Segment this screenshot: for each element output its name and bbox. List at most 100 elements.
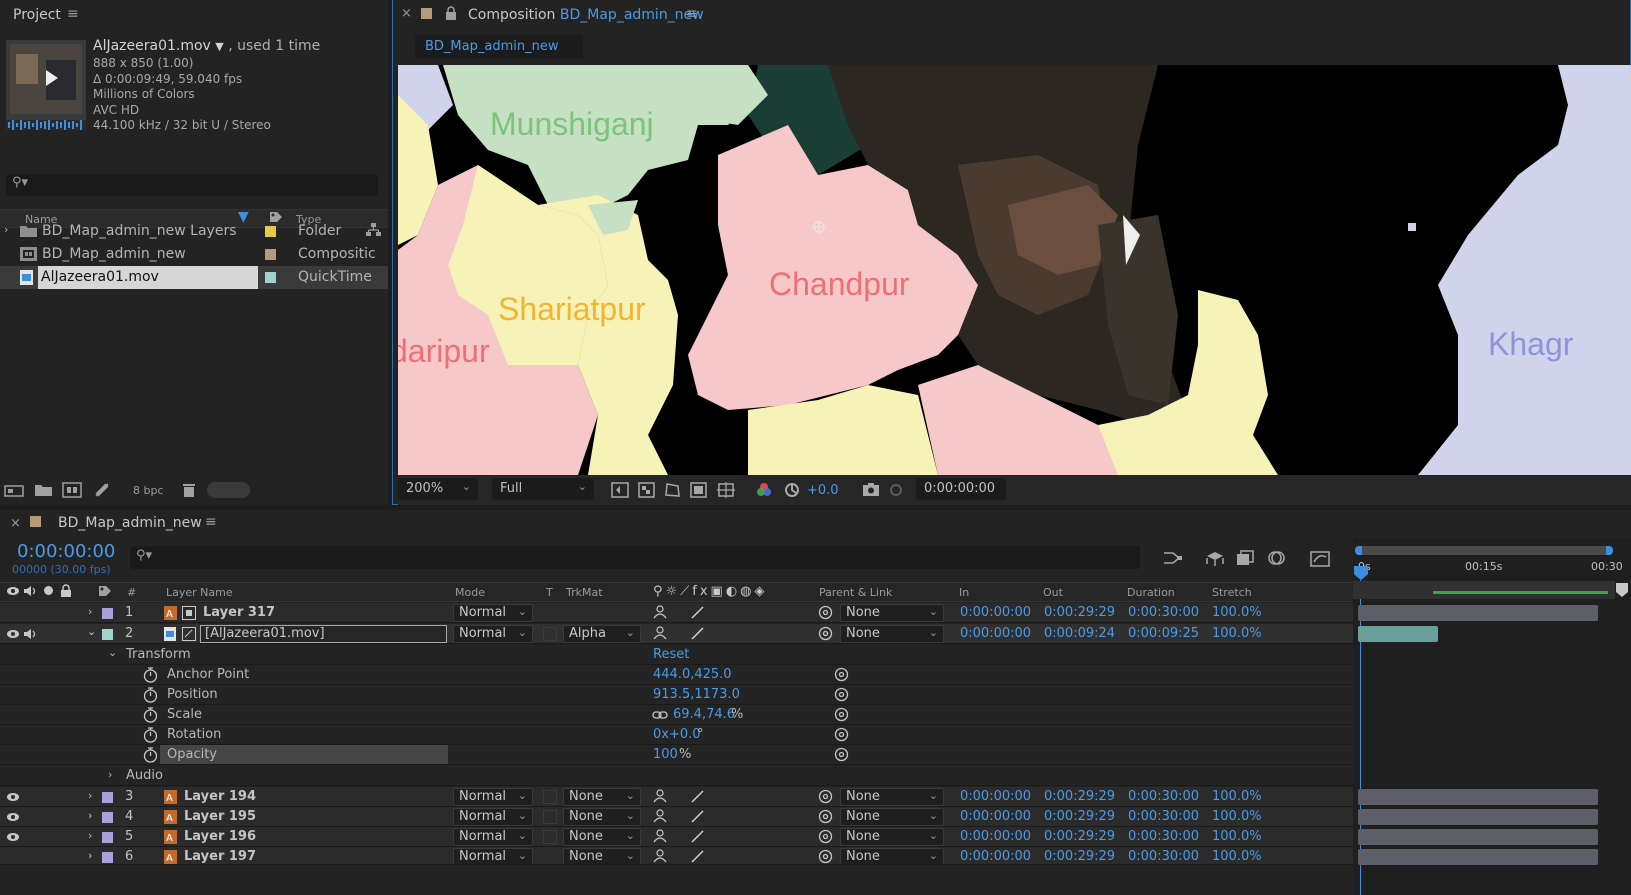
transform-group[interactable]: ⌄ Transform Reset — [0, 645, 1353, 665]
parent-dropdown[interactable]: None ⌄ — [840, 848, 944, 864]
bit-depth-button[interactable]: 8 bpc — [133, 484, 164, 497]
property-value[interactable]: 100 — [653, 747, 678, 762]
layer-duration[interactable]: 0:00:30:00 — [1128, 829, 1199, 844]
pick-whip-icon[interactable] — [834, 707, 849, 722]
eye-icon[interactable] — [6, 628, 20, 640]
track-matte-dropdown[interactable]: None ⌄ — [563, 828, 641, 846]
layer-duration-bar[interactable] — [1358, 626, 1438, 642]
comp-mini-flowchart-icon[interactable] — [1163, 550, 1183, 566]
layer-stretch[interactable]: 100.0% — [1212, 789, 1262, 804]
col-layer-name[interactable]: Layer Name — [166, 586, 233, 599]
track-matte-dropdown[interactable]: None ⌄ — [563, 808, 641, 826]
timeline-search-input[interactable]: ⚲▾ — [130, 546, 1140, 569]
playhead-handle[interactable] — [1354, 566, 1368, 580]
speaker-icon[interactable] — [23, 585, 37, 597]
layer-in-time[interactable]: 0:00:00:00 — [960, 626, 1031, 641]
layer-stretch[interactable]: 100.0% — [1212, 849, 1262, 864]
parent-dropdown[interactable]: None ⌄ — [840, 828, 944, 846]
expand-arrow-icon[interactable]: › — [88, 605, 92, 618]
layer-stretch[interactable]: 100.0% — [1212, 829, 1262, 844]
new-composition-icon[interactable] — [62, 482, 82, 498]
blend-mode-dropdown[interactable]: Normal ⌄ — [453, 788, 533, 806]
property-position[interactable]: Position 913.5,1173.0 — [0, 685, 1353, 705]
layer-name[interactable]: Layer 317 — [203, 605, 275, 620]
quality-switch-icon[interactable] — [690, 626, 704, 640]
project-item-footage-selected[interactable]: AlJazeera01.mov QuickTime — [0, 266, 388, 289]
stopwatch-icon[interactable] — [143, 707, 158, 723]
speaker-icon[interactable] — [23, 628, 37, 640]
property-value[interactable]: 69.4,74.6 — [673, 707, 735, 722]
draft-3d-icon[interactable] — [1205, 550, 1225, 566]
preserve-transparency-toggle[interactable] — [543, 830, 557, 844]
expand-arrow-icon[interactable]: › — [108, 768, 112, 781]
pick-whip-icon[interactable] — [818, 605, 833, 620]
blend-mode-dropdown[interactable]: Normal ⌄ — [453, 848, 533, 864]
quality-switch-icon[interactable] — [690, 809, 704, 823]
layer-duration[interactable]: 0:00:09:25 — [1128, 626, 1199, 641]
label-color-swatch[interactable] — [265, 272, 276, 283]
panel-menu-icon[interactable]: ≡ — [67, 6, 79, 22]
layer-in-time[interactable]: 0:00:00:00 — [960, 849, 1031, 864]
solo-icon[interactable] — [44, 586, 53, 595]
exposure-value[interactable]: +0.0 — [807, 483, 839, 498]
shy-switch-icon[interactable] — [653, 849, 667, 863]
blend-mode-dropdown[interactable]: Normal ⌄ — [453, 625, 533, 643]
parent-dropdown[interactable]: None ⌄ — [840, 808, 944, 826]
layer-duration-bar[interactable] — [1358, 829, 1598, 845]
layer-stretch[interactable]: 100.0% — [1212, 605, 1262, 620]
show-snapshot-icon[interactable] — [888, 482, 905, 497]
region-of-interest-icon[interactable] — [690, 482, 707, 498]
blend-mode-dropdown[interactable]: Normal ⌄ — [453, 828, 533, 846]
footage-dropdown-icon[interactable]: ▼ — [215, 40, 223, 53]
layer-row-1[interactable]: › 1 A Layer 317 Normal ⌄ None ⌄ 0:00:00:00… — [0, 603, 1353, 623]
constrain-proportions-link-icon[interactable] — [652, 709, 668, 721]
layer-out-time[interactable]: 0:00:09:24 — [1044, 626, 1115, 641]
layer-row-5[interactable]: › 5 A Layer 196 Normal ⌄ None ⌄ None ⌄ 0:00… — [0, 827, 1353, 847]
interpret-footage-icon[interactable] — [4, 483, 24, 498]
layer-label-swatch[interactable] — [102, 792, 113, 803]
shy-switch-icon[interactable] — [653, 829, 667, 843]
layer-label-swatch[interactable] — [102, 608, 113, 619]
parent-dropdown[interactable]: None ⌄ — [840, 788, 944, 806]
resolution-dropdown[interactable]: Full ⌄ — [492, 478, 594, 500]
shy-switch-icon[interactable] — [653, 809, 667, 823]
layer-row-3[interactable]: › 3 A Layer 194 Normal ⌄ None ⌄ None ⌄ 0:00… — [0, 787, 1353, 807]
mask-visibility-icon[interactable] — [664, 482, 681, 498]
close-tab-icon[interactable]: × — [10, 516, 21, 531]
layer-name[interactable]: Layer 197 — [184, 849, 256, 864]
expand-arrow-icon[interactable]: › — [88, 789, 92, 802]
comp-tab-title[interactable]: Composition BD_Map_admin_new — [468, 7, 704, 23]
parent-dropdown[interactable]: None ⌄ — [840, 604, 944, 622]
layer-label-swatch[interactable] — [102, 812, 113, 823]
transform-reset-link[interactable]: Reset — [653, 647, 689, 662]
snapshot-camera-icon[interactable] — [862, 482, 880, 497]
blend-mode-dropdown[interactable]: Normal ⌄ — [453, 808, 533, 826]
property-anchor-point[interactable]: Anchor Point 444.0,425.0 — [0, 665, 1353, 685]
layer-stretch[interactable]: 100.0% — [1212, 626, 1262, 641]
track-matte-dropdown[interactable]: Alpha ⌄ — [563, 625, 641, 643]
layer-name[interactable]: Layer 195 — [184, 809, 256, 824]
layer-label-swatch[interactable] — [102, 629, 113, 640]
zoom-dropdown[interactable]: 200% ⌄ — [398, 478, 478, 500]
layer-duration[interactable]: 0:00:30:00 — [1128, 809, 1199, 824]
layer-duration-bar[interactable] — [1358, 849, 1598, 865]
pick-whip-icon[interactable] — [818, 849, 833, 864]
layer-duration-bar[interactable] — [1358, 789, 1598, 805]
collapse-arrow-icon[interactable]: ⌄ — [87, 625, 96, 638]
layer-name[interactable]: Layer 194 — [184, 789, 256, 804]
eye-icon[interactable] — [6, 791, 20, 803]
project-item-folder[interactable]: › BD_Map_admin_new Layers Folder — [0, 220, 388, 243]
shy-switch-icon[interactable] — [653, 605, 667, 619]
graph-editor-icon[interactable] — [1310, 549, 1330, 567]
layer-duration[interactable]: 0:00:30:00 — [1128, 605, 1199, 620]
motion-blur-icon[interactable] — [1267, 550, 1287, 566]
pick-whip-icon[interactable] — [834, 747, 849, 762]
flowchart-icon[interactable] — [366, 222, 381, 237]
layer-duration-bar[interactable] — [1358, 605, 1598, 621]
track-matte-dropdown[interactable]: None ⌄ — [563, 788, 641, 806]
panel-menu-icon[interactable]: ≡ — [686, 6, 698, 22]
layer-out-time[interactable]: 0:00:29:29 — [1044, 809, 1115, 824]
time-navigator[interactable] — [1355, 546, 1613, 555]
layer-stretch[interactable]: 100.0% — [1212, 809, 1262, 824]
layer-in-time[interactable]: 0:00:00:00 — [960, 809, 1031, 824]
